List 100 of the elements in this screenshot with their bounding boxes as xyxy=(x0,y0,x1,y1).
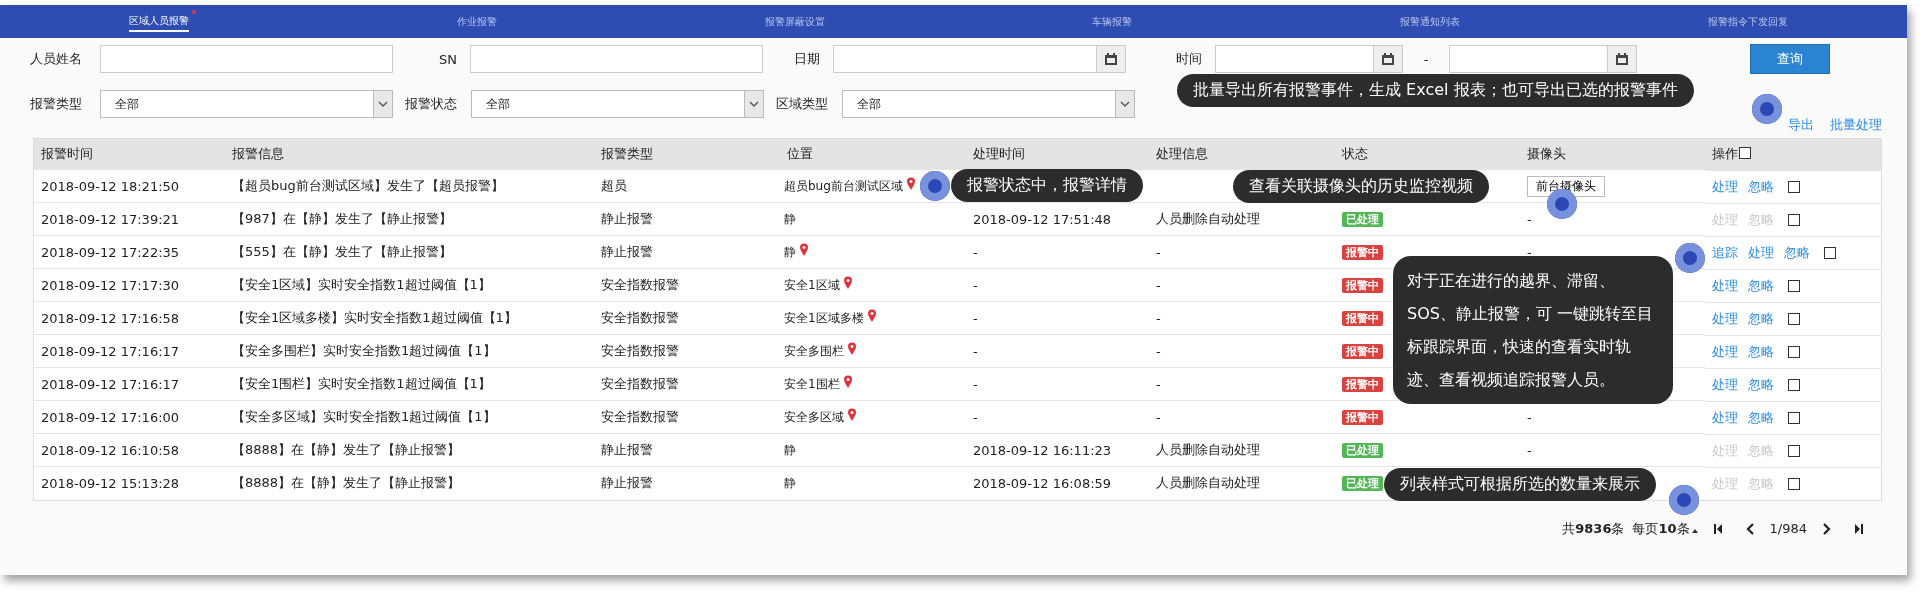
callout-tooltip: 对于正在进行的越界、滞留、SOS、静止报警，可 一键跳转至目标跟踪界面，快速的查看实时轨迹、查看视频追踪报警人员。 xyxy=(1393,256,1673,404)
input-field[interactable] xyxy=(833,45,1126,73)
chevron-down-icon xyxy=(378,101,388,107)
action-link[interactable]: 忽略 xyxy=(1748,177,1774,196)
table-cell: 【安全1围栏】实时安全指数1超过阈值【1】 xyxy=(232,376,491,391)
input-field[interactable] xyxy=(1449,45,1637,73)
last-page-icon[interactable] xyxy=(1854,522,1864,535)
row-checkbox[interactable] xyxy=(1824,246,1836,259)
row-checkbox[interactable] xyxy=(1788,477,1800,490)
field-label: 报警状态 xyxy=(405,95,458,113)
status-tag: 报警中 xyxy=(1342,277,1383,293)
table-cell: 【安全多围栏】实时安全指数1超过阈值【1】 xyxy=(232,343,496,358)
page-indicator: 1/984 xyxy=(1769,521,1807,536)
calendar-icon xyxy=(1381,52,1395,66)
row-checkbox[interactable] xyxy=(1788,345,1800,358)
action-link[interactable]: 忽略 xyxy=(1784,243,1810,262)
row-checkbox[interactable] xyxy=(1788,378,1800,391)
row-checkbox[interactable] xyxy=(1788,444,1800,457)
dropdown-field[interactable]: 全部 xyxy=(100,90,393,118)
action-link[interactable]: 忽略 xyxy=(1748,408,1774,427)
table-cell: 静止报警 xyxy=(601,442,653,457)
nav-tab[interactable]: 作业报警 xyxy=(456,12,497,31)
table-cell: 2018-09-12 17:51:48 xyxy=(973,211,1112,227)
action-link[interactable]: 处理 xyxy=(1712,276,1738,295)
search-button[interactable]: 查询 xyxy=(1750,44,1830,74)
table-cell: 2018-09-12 16:08:59 xyxy=(973,475,1112,491)
caret-up-icon xyxy=(1691,528,1698,533)
action-link[interactable]: 忽略 xyxy=(1748,375,1774,394)
table-cell: 2018-09-12 17:16:58 xyxy=(41,310,180,326)
dropdown-field[interactable]: 全部 xyxy=(842,90,1135,118)
toolbar-link[interactable]: 批量处理 xyxy=(1830,116,1882,134)
action-link[interactable]: 忽略 xyxy=(1748,309,1774,328)
input-field[interactable] xyxy=(100,45,393,73)
action-link[interactable]: 处理 xyxy=(1712,342,1738,361)
first-page-icon[interactable] xyxy=(1712,522,1723,535)
page-size-select[interactable]: 每页10条 xyxy=(1632,519,1698,538)
row-checkbox[interactable] xyxy=(1788,213,1800,226)
action-link[interactable]: 处理 xyxy=(1748,243,1774,262)
table-cell: 人员删除自动处理 xyxy=(1156,442,1260,457)
callout-tooltip: 查看关联摄像头的历史监控视频 xyxy=(1233,170,1489,203)
table-cell: 静 xyxy=(784,211,796,226)
nav-tab[interactable]: 报警指令下发回复 xyxy=(1708,12,1789,31)
field-label: 日期 xyxy=(793,50,821,68)
field-label: 区域类型 xyxy=(776,95,829,113)
row-checkbox[interactable] xyxy=(1788,279,1800,292)
table-cell: 安全指数报警 xyxy=(601,376,679,391)
nav-tab[interactable]: 车辆报警 xyxy=(1092,12,1133,31)
action-link[interactable]: 处理 xyxy=(1712,375,1738,394)
callout-tooltip: 批量导出所有报警事件，生成 Excel 报表；也可导出已选的报警事件 xyxy=(1177,74,1694,107)
table-cell: 2018-09-12 17:16:00 xyxy=(41,409,180,425)
table-cell: - xyxy=(1156,409,1161,425)
table-cell: - xyxy=(973,310,978,326)
row-checkbox[interactable] xyxy=(1788,411,1800,424)
next-page-icon[interactable] xyxy=(1822,522,1832,535)
column-header: 报警类型 xyxy=(601,146,653,161)
table-cell: 【555】在【静】发生了【静止报警】 xyxy=(232,244,452,259)
column-header: 报警信息 xyxy=(232,146,284,161)
row-checkbox[interactable] xyxy=(1788,180,1800,193)
nav-tab[interactable]: 报警屏蔽设置 xyxy=(764,12,825,31)
field-label: 时间 xyxy=(1175,50,1203,68)
status-tag: 报警中 xyxy=(1342,376,1383,392)
action-link[interactable]: 忽略 xyxy=(1748,342,1774,361)
action-link[interactable]: 处理 xyxy=(1712,177,1738,196)
table-cell: 【超员bug前台测试区域】发生了【超员报警】 xyxy=(232,178,504,193)
field-label: 人员姓名 xyxy=(30,50,83,68)
select-all-checkbox[interactable] xyxy=(1739,147,1751,160)
column-header: 处理信息 xyxy=(1156,146,1208,161)
table-cell: - xyxy=(973,343,978,359)
row-checkbox[interactable] xyxy=(1788,312,1800,325)
nav-tab[interactable]: 报警通知列表 xyxy=(1400,12,1461,31)
dropdown-field[interactable]: 全部 xyxy=(471,90,764,118)
action-link[interactable]: 处理 xyxy=(1712,309,1738,328)
callout-tooltip: 列表样式可根据所选的数量来展示 xyxy=(1384,468,1656,501)
toolbar-link[interactable]: 导出 xyxy=(1788,116,1814,134)
table-cell: 【安全1区域】实时安全指数1超过阈值【1】 xyxy=(232,277,491,292)
input-field[interactable] xyxy=(470,45,763,73)
column-header: 位置 xyxy=(787,146,813,161)
field-label: SN xyxy=(438,51,458,67)
table-cell: 静 xyxy=(784,442,796,457)
table-cell: 2018-09-12 17:16:17 xyxy=(41,376,180,392)
previous-page-icon[interactable] xyxy=(1744,522,1755,535)
table-cell: 2018-09-12 17:39:21 xyxy=(41,211,180,227)
table-cell: 2018-09-12 16:10:58 xyxy=(41,442,180,458)
field-label: 报警类型 xyxy=(30,95,83,113)
action-link[interactable]: 追踪 xyxy=(1712,243,1738,262)
status-tag: 报警中 xyxy=(1342,244,1383,260)
table-cell: - xyxy=(973,376,978,392)
action-link[interactable]: 忽略 xyxy=(1748,276,1774,295)
input-field[interactable] xyxy=(1215,45,1403,73)
table-cell: 【安全1区域多楼】实时安全指数1超过阈值【1】 xyxy=(232,310,517,325)
total-count: 共9836条 xyxy=(1562,519,1625,538)
nav-tab[interactable]: 区域人员报警 xyxy=(128,11,189,32)
table-cell: - xyxy=(1156,244,1161,260)
table-cell: 安全指数报警 xyxy=(601,277,679,292)
action-link[interactable]: 处理 xyxy=(1712,408,1738,427)
table-cell: - xyxy=(1156,343,1161,359)
table-cell: - xyxy=(973,409,978,425)
table-cell: 静 xyxy=(784,245,796,259)
callout-tooltip: 报警状态中，报警详情 xyxy=(951,169,1143,202)
table-cell: - xyxy=(1156,310,1161,326)
